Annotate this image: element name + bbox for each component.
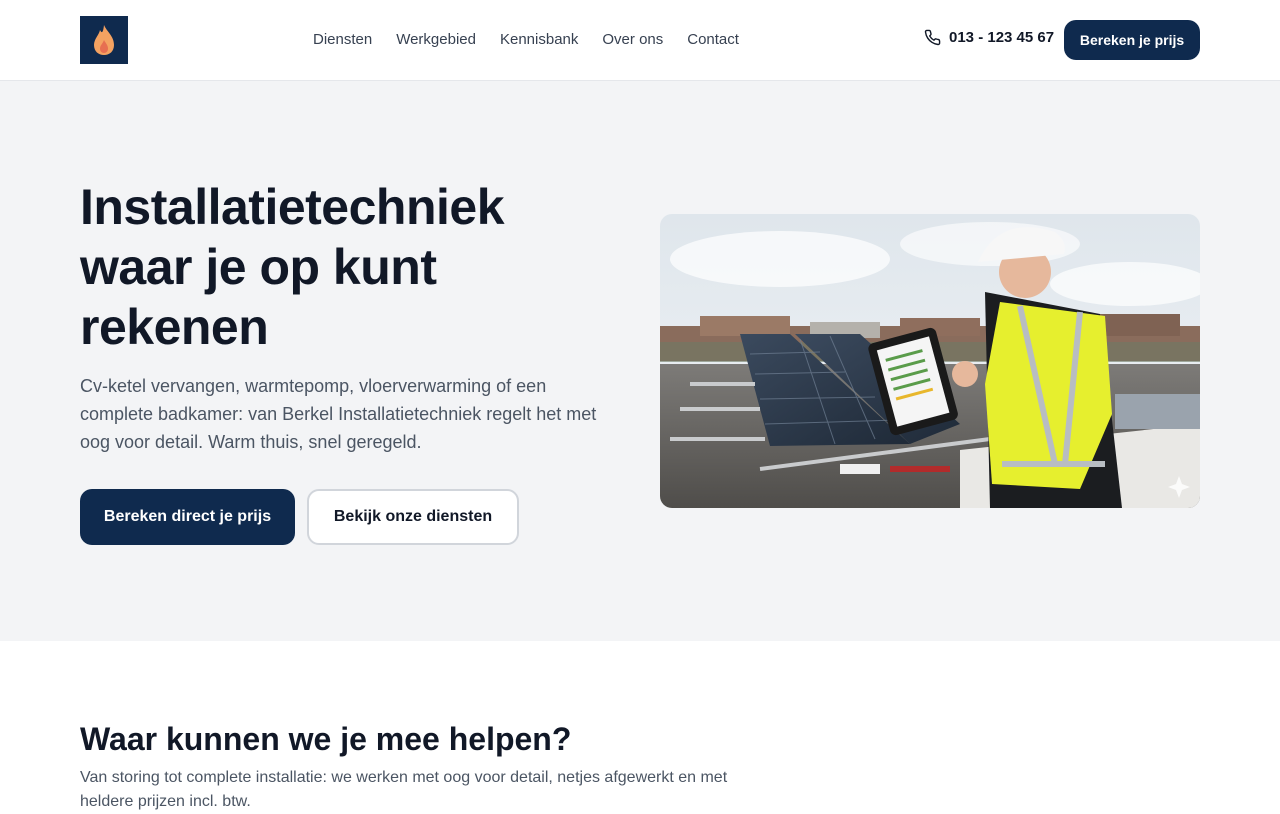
- nav-over-ons[interactable]: Over ons: [602, 30, 663, 50]
- hero-image: [660, 214, 1200, 508]
- calculate-direct-button[interactable]: Bereken direct je prijs: [80, 489, 295, 545]
- nav-kennisbank[interactable]: Kennisbank: [500, 30, 578, 50]
- site-header: Diensten Werkgebied Kennisbank Over ons …: [0, 0, 1280, 81]
- calculate-price-button[interactable]: Bereken je prijs: [1064, 20, 1200, 60]
- nav-diensten[interactable]: Diensten: [313, 30, 372, 50]
- services-title: Waar kunnen we je mee helpen?: [80, 721, 572, 757]
- view-services-button[interactable]: Bekijk onze diensten: [307, 489, 519, 545]
- main-nav: Diensten Werkgebied Kennisbank Over ons …: [313, 30, 739, 50]
- services-intro: Van storing tot complete installatie: we…: [80, 769, 728, 810]
- hero-section: Installatietechniek waar je op kunt reke…: [0, 81, 1280, 641]
- nav-contact[interactable]: Contact: [687, 30, 739, 50]
- nav-werkgebied[interactable]: Werkgebied: [396, 30, 476, 50]
- hero-intro: Cv-ketel vervangen, warmtepomp, vloerver…: [80, 376, 597, 452]
- hero-title: Installatietechniek waar je op kunt reke…: [80, 179, 505, 355]
- logo[interactable]: [80, 16, 128, 64]
- phone-number: 013 - 123 45 67: [949, 29, 1055, 46]
- phone-link[interactable]: 013 - 123 45 67: [924, 29, 1054, 46]
- flame-icon: [94, 25, 114, 55]
- services-section: Waar kunnen we je mee helpen? Van storin…: [0, 641, 1280, 810]
- phone-icon: [924, 29, 941, 46]
